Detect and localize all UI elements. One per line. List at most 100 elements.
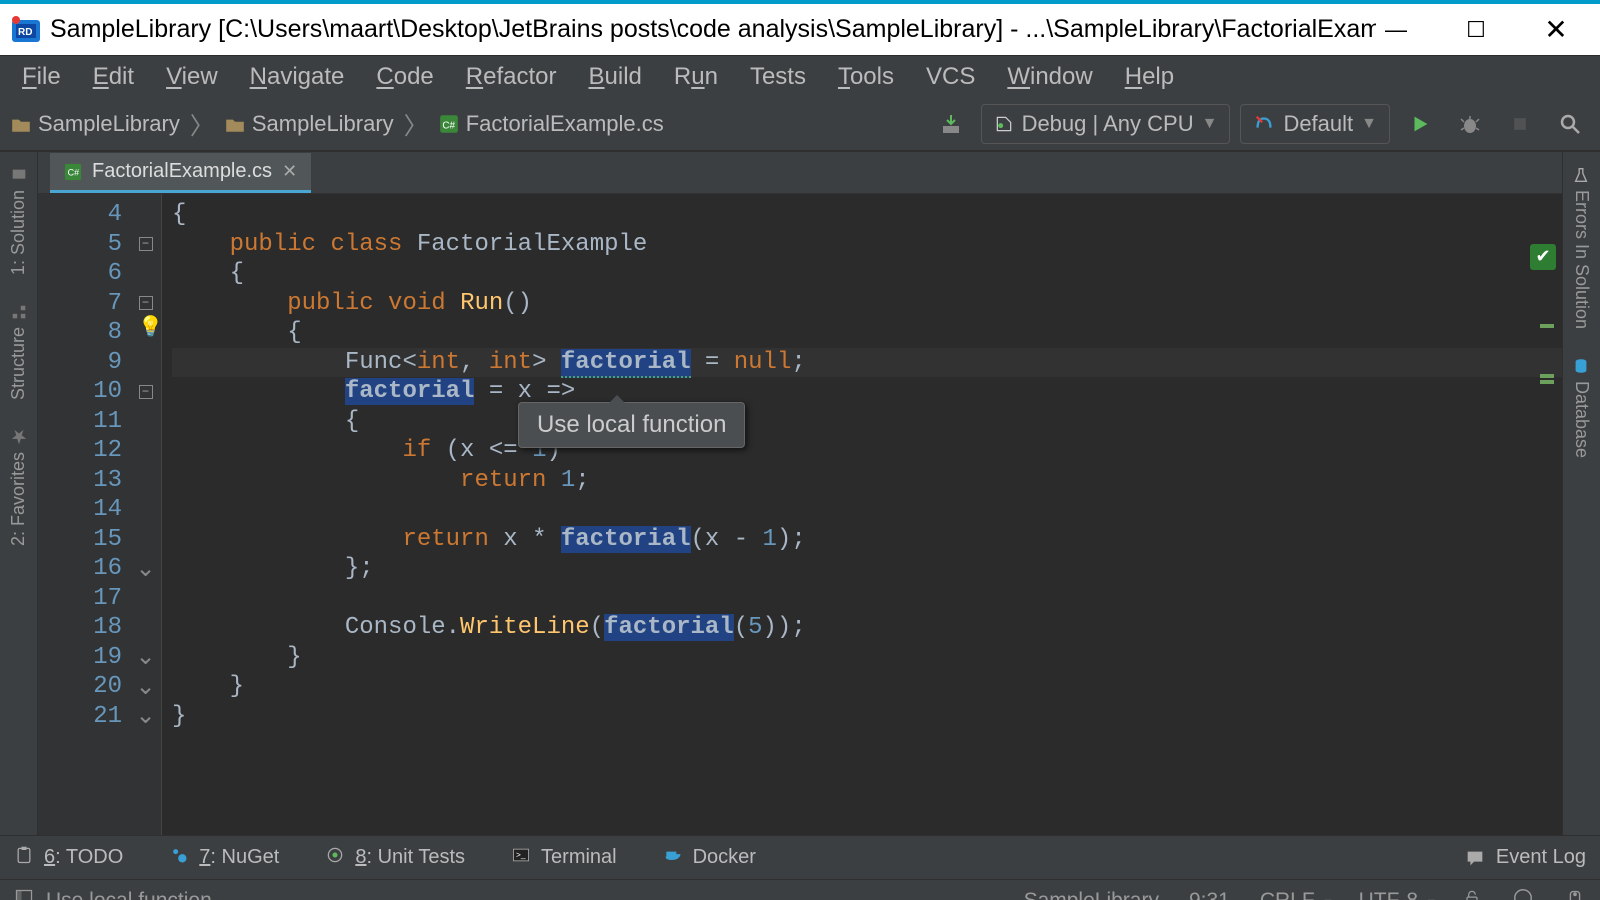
fold-marker[interactable] [130, 613, 161, 643]
line-ending-selector[interactable]: CRLF ▴▾ [1260, 889, 1329, 900]
menu-tests[interactable]: Tests [734, 59, 822, 95]
toolwindow-icon[interactable] [14, 888, 34, 900]
code-editor[interactable]: 456789101112131415161718192021 −−−⌄⌄⌄⌄ {… [38, 194, 1562, 835]
inspection-marker[interactable] [1540, 380, 1554, 384]
menu-window[interactable]: Window [991, 59, 1108, 95]
code-line[interactable]: } [172, 643, 1562, 673]
close-button[interactable]: ✕ [1536, 12, 1576, 47]
code-line[interactable] [172, 584, 1562, 614]
inspection-marker[interactable] [1540, 324, 1554, 328]
fold-marker[interactable] [130, 584, 161, 614]
line-number[interactable]: 13 [38, 466, 122, 496]
run-button[interactable] [1400, 104, 1440, 144]
code-line[interactable]: { [172, 407, 1562, 437]
line-number[interactable]: 5 [38, 230, 122, 260]
fold-marker[interactable] [130, 466, 161, 496]
fold-marker[interactable]: ⌄ [130, 672, 161, 702]
event-log-button[interactable]: Event Log [1464, 846, 1586, 869]
fold-marker[interactable] [130, 407, 161, 437]
stop-button[interactable] [1500, 104, 1540, 144]
run-configuration-dropdown[interactable]: Debug | Any CPU ▼ [981, 104, 1231, 144]
menu-file[interactable]: File [6, 59, 77, 95]
build-button[interactable] [931, 104, 971, 144]
fold-marker[interactable] [130, 200, 161, 230]
toolwin----nuget[interactable]: 7: NuGet [169, 845, 279, 871]
fold-marker[interactable] [130, 436, 161, 466]
toolwin-docker[interactable]: Docker [663, 845, 756, 871]
code-line[interactable]: return 1; [172, 466, 1562, 496]
menu-navigate[interactable]: Navigate [234, 59, 361, 95]
maximize-button[interactable]: ☐ [1456, 12, 1496, 47]
fold-marker[interactable]: ⌄ [130, 702, 161, 732]
menu-build[interactable]: Build [573, 59, 658, 95]
rail-structure[interactable]: Structure [8, 289, 29, 414]
code-line[interactable]: return x * factorial(x - 1); [172, 525, 1562, 555]
fold-marker[interactable]: ⌄ [130, 554, 161, 584]
line-number[interactable]: 12 [38, 436, 122, 466]
code-line[interactable]: { [172, 259, 1562, 289]
code-line[interactable]: if (x <= 1) [172, 436, 1562, 466]
menu-run[interactable]: Run [658, 59, 734, 95]
breadcrumb-item[interactable]: SampleLibrary [10, 111, 180, 137]
line-number[interactable]: 20 [38, 672, 122, 702]
code-line[interactable]: } [172, 702, 1562, 732]
line-number[interactable]: 8 [38, 318, 122, 348]
run-profile-dropdown[interactable]: Default ▼ [1240, 104, 1390, 144]
line-number[interactable]: 16 [38, 554, 122, 584]
quick-fix-tooltip[interactable]: Use local function [518, 402, 745, 448]
toolwin----unit-tests[interactable]: 8: Unit Tests [325, 845, 465, 871]
status-context[interactable]: SampleLibrary [1024, 889, 1159, 900]
menu-refactor[interactable]: Refactor [450, 59, 573, 95]
fold-marker[interactable] [130, 259, 161, 289]
fold-marker[interactable] [130, 348, 161, 378]
fold-marker[interactable] [130, 525, 161, 555]
fold-marker[interactable] [130, 495, 161, 525]
line-number[interactable]: 7 [38, 289, 122, 319]
code-line[interactable]: { [172, 318, 1562, 348]
toolwin-terminal[interactable]: >_Terminal [511, 845, 617, 871]
fold-marker[interactable]: − [130, 377, 161, 407]
lock-icon[interactable] [1462, 888, 1482, 900]
menu-code[interactable]: Code [360, 59, 449, 95]
inspection-ok-icon[interactable]: ✔ [1530, 244, 1556, 270]
menu-help[interactable]: Help [1109, 59, 1190, 95]
minimize-button[interactable]: — [1376, 12, 1416, 47]
rail-database[interactable]: Database [1571, 343, 1592, 472]
code-line[interactable]: Func<int, int> factorial = null; [172, 348, 1562, 378]
line-number[interactable]: 6 [38, 259, 122, 289]
menu-view[interactable]: View [150, 59, 234, 95]
rail----solution[interactable]: 1: Solution [8, 152, 29, 289]
code-line[interactable] [172, 495, 1562, 525]
code-line[interactable]: { [172, 200, 1562, 230]
lightbulb-icon[interactable]: 💡 [138, 314, 163, 339]
line-number[interactable]: 4 [38, 200, 122, 230]
line-number[interactable]: 10 [38, 377, 122, 407]
line-number[interactable]: 18 [38, 613, 122, 643]
menu-tools[interactable]: Tools [822, 59, 910, 95]
fold-marker[interactable]: ⌄ [130, 643, 161, 673]
line-number[interactable]: 15 [38, 525, 122, 555]
rail----favorites[interactable]: 2: Favorites [8, 414, 29, 560]
code-line[interactable]: Console.WriteLine(factorial(5)); [172, 613, 1562, 643]
editor-tab[interactable]: C# FactorialExample.cs ✕ [50, 153, 311, 193]
inspection-marker[interactable] [1540, 374, 1554, 378]
line-number[interactable]: 11 [38, 407, 122, 437]
code-line[interactable]: public void Run() [172, 289, 1562, 319]
code-content[interactable]: { public class FactorialExample { public… [162, 194, 1562, 835]
line-number[interactable]: 21 [38, 702, 122, 732]
search-everywhere-button[interactable] [1550, 104, 1590, 144]
toolwin----todo[interactable]: 6: TODO [14, 845, 123, 871]
caret-position[interactable]: 9:31 [1189, 889, 1230, 900]
encoding-selector[interactable]: UTF-8 ▴▾ [1359, 889, 1432, 900]
line-number[interactable]: 14 [38, 495, 122, 525]
line-number[interactable]: 17 [38, 584, 122, 614]
code-line[interactable]: factorial = x => [172, 377, 1562, 407]
code-line[interactable]: }; [172, 554, 1562, 584]
inspection-indicator-icon[interactable] [1512, 887, 1534, 900]
breadcrumb-item[interactable]: SampleLibrary [224, 111, 394, 137]
breadcrumb-item[interactable]: C#FactorialExample.cs [438, 111, 664, 137]
memory-indicator-icon[interactable] [1564, 887, 1586, 900]
rail-errors-in-solution[interactable]: Errors In Solution [1571, 152, 1592, 343]
debug-button[interactable] [1450, 104, 1490, 144]
line-number[interactable]: 19 [38, 643, 122, 673]
